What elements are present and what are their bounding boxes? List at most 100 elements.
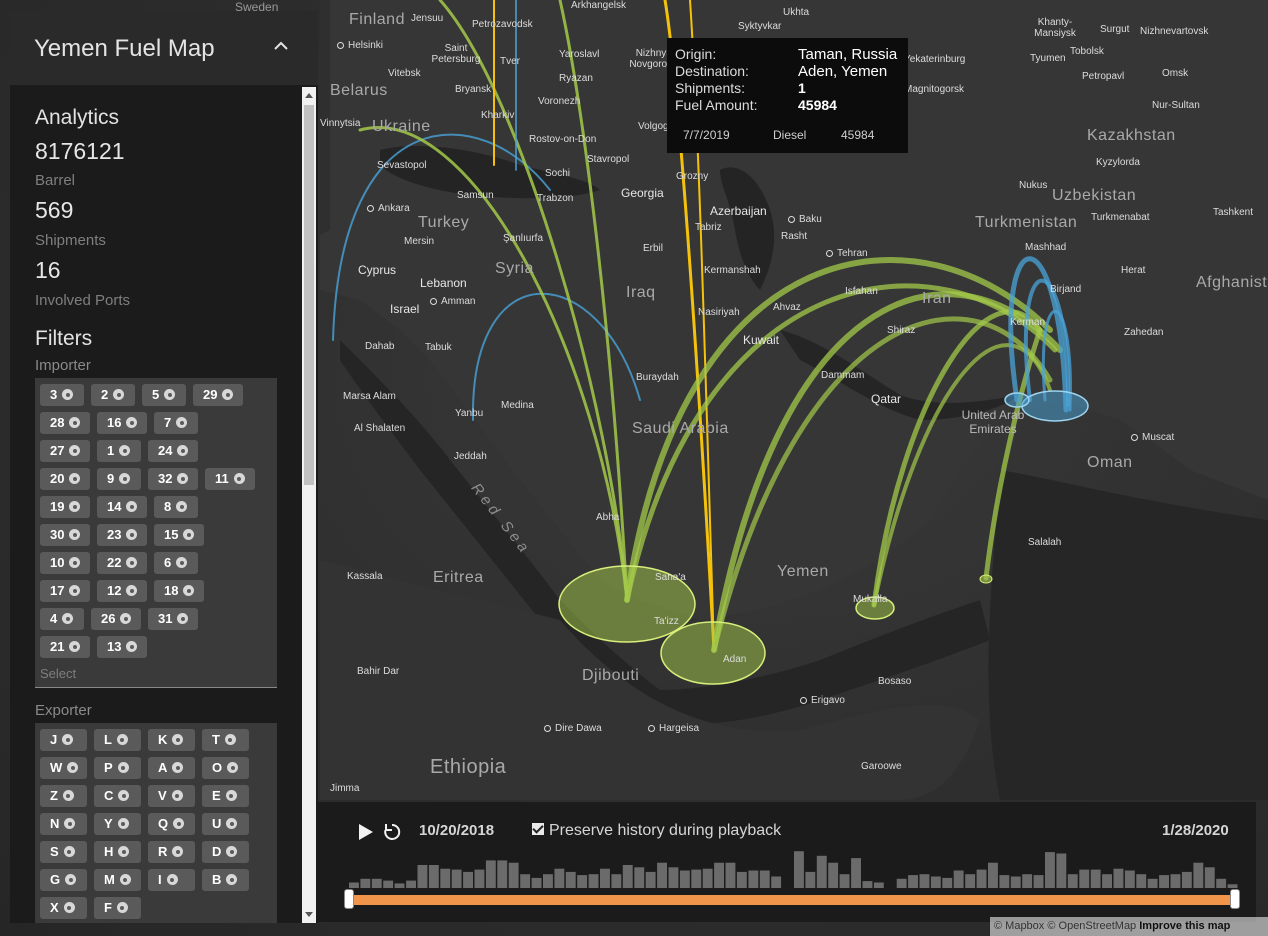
remove-chip-icon[interactable]: [113, 389, 125, 400]
remove-chip-icon[interactable]: [177, 445, 189, 456]
filter-chip[interactable]: E: [202, 785, 249, 807]
remove-chip-icon[interactable]: [63, 846, 75, 857]
filter-chip[interactable]: 19: [40, 496, 90, 518]
filter-chip[interactable]: 2: [91, 384, 135, 406]
sidebar-scrollbar[interactable]: [302, 87, 316, 923]
remove-chip-icon[interactable]: [69, 473, 81, 484]
reset-icon[interactable]: [382, 822, 402, 842]
preserve-history-checkbox[interactable]: Preserve history during playback: [532, 822, 781, 840]
filter-chip[interactable]: 26: [91, 608, 141, 630]
filter-chip[interactable]: 7: [154, 412, 198, 434]
remove-chip-icon[interactable]: [69, 417, 81, 428]
sidebar-body[interactable]: Analytics 8176121 Barrel 569 Shipments 1…: [10, 87, 302, 923]
scroll-up-arrow-icon[interactable]: [305, 93, 313, 98]
filter-chip[interactable]: 12: [97, 580, 147, 602]
remove-chip-icon[interactable]: [119, 473, 131, 484]
remove-chip-icon[interactable]: [65, 874, 77, 885]
remove-chip-icon[interactable]: [183, 585, 195, 596]
timeline-range-track[interactable]: [348, 895, 1236, 905]
filter-chip[interactable]: 10: [40, 552, 90, 574]
filter-chip[interactable]: 27: [40, 440, 90, 462]
exporter-select[interactable]: J L K T W P A O Z C V E N Y Q U S H R D G M I B X F: [35, 723, 277, 923]
play-icon[interactable]: [358, 823, 374, 841]
filter-chip[interactable]: S: [40, 841, 87, 863]
filter-chip[interactable]: 30: [40, 524, 90, 546]
filter-chip[interactable]: 18: [154, 580, 204, 602]
filter-chip[interactable]: X: [40, 897, 87, 919]
remove-chip-icon[interactable]: [62, 389, 74, 400]
filter-chip[interactable]: R: [148, 841, 195, 863]
remove-chip-icon[interactable]: [226, 846, 238, 857]
remove-chip-icon[interactable]: [69, 501, 81, 512]
filter-chip[interactable]: 13: [97, 636, 147, 658]
remove-chip-icon[interactable]: [118, 790, 130, 801]
filter-chip[interactable]: B: [202, 869, 249, 891]
remove-chip-icon[interactable]: [177, 473, 189, 484]
remove-chip-icon[interactable]: [233, 473, 245, 484]
filter-chip[interactable]: I: [148, 869, 195, 891]
filter-chip[interactable]: G: [40, 869, 87, 891]
remove-chip-icon[interactable]: [225, 790, 237, 801]
remove-chip-icon[interactable]: [172, 734, 184, 745]
filter-chip[interactable]: 3: [40, 384, 84, 406]
remove-chip-icon[interactable]: [164, 389, 176, 400]
filter-chip[interactable]: V: [148, 785, 195, 807]
remove-chip-icon[interactable]: [126, 641, 138, 652]
timeline-start-handle[interactable]: [344, 889, 354, 909]
remove-chip-icon[interactable]: [62, 790, 74, 801]
filter-chip[interactable]: P: [94, 757, 141, 779]
scrollbar-thumb[interactable]: [304, 105, 314, 485]
filter-chip[interactable]: 20: [40, 468, 90, 490]
remove-chip-icon[interactable]: [226, 874, 238, 885]
remove-chip-icon[interactable]: [69, 557, 81, 568]
remove-chip-icon[interactable]: [62, 734, 74, 745]
remove-chip-icon[interactable]: [118, 846, 130, 857]
filter-chip[interactable]: 15: [154, 524, 204, 546]
filter-chip[interactable]: C: [94, 785, 141, 807]
filter-chip[interactable]: 5: [142, 384, 186, 406]
filter-chip[interactable]: 32: [148, 468, 198, 490]
filter-chip[interactable]: 31: [148, 608, 198, 630]
remove-chip-icon[interactable]: [117, 818, 129, 829]
filter-chip[interactable]: Z: [40, 785, 87, 807]
filter-chip[interactable]: J: [40, 729, 87, 751]
filter-chip[interactable]: 24: [148, 440, 198, 462]
filter-chip[interactable]: 17: [40, 580, 90, 602]
filter-chip[interactable]: 1: [97, 440, 141, 462]
remove-chip-icon[interactable]: [119, 874, 131, 885]
filter-chip[interactable]: H: [94, 841, 141, 863]
remove-chip-icon[interactable]: [119, 445, 131, 456]
remove-chip-icon[interactable]: [227, 762, 239, 773]
remove-chip-icon[interactable]: [176, 501, 188, 512]
filter-chip[interactable]: U: [202, 813, 249, 835]
filter-chip[interactable]: 4: [40, 608, 84, 630]
remove-chip-icon[interactable]: [69, 529, 81, 540]
remove-chip-icon[interactable]: [120, 613, 132, 624]
remove-chip-icon[interactable]: [176, 417, 188, 428]
remove-chip-icon[interactable]: [126, 529, 138, 540]
remove-chip-icon[interactable]: [63, 902, 75, 913]
filter-chip[interactable]: 23: [97, 524, 147, 546]
filter-chip[interactable]: A: [148, 757, 195, 779]
remove-chip-icon[interactable]: [126, 417, 138, 428]
remove-chip-icon[interactable]: [126, 557, 138, 568]
filter-chip[interactable]: 9: [97, 468, 141, 490]
remove-chip-icon[interactable]: [172, 846, 184, 857]
remove-chip-icon[interactable]: [67, 762, 79, 773]
filter-chip[interactable]: W: [40, 757, 87, 779]
filter-chip[interactable]: Y: [94, 813, 141, 835]
filter-chip[interactable]: 22: [97, 552, 147, 574]
remove-chip-icon[interactable]: [224, 734, 236, 745]
filter-chip[interactable]: M: [94, 869, 141, 891]
remove-chip-icon[interactable]: [116, 734, 128, 745]
filter-chip[interactable]: 11: [205, 468, 255, 490]
remove-chip-icon[interactable]: [183, 529, 195, 540]
remove-chip-icon[interactable]: [177, 613, 189, 624]
remove-chip-icon[interactable]: [64, 818, 76, 829]
filter-chip[interactable]: 16: [97, 412, 147, 434]
remove-chip-icon[interactable]: [69, 445, 81, 456]
filter-chip[interactable]: F: [94, 897, 141, 919]
remove-chip-icon[interactable]: [176, 557, 188, 568]
remove-chip-icon[interactable]: [126, 501, 138, 512]
filter-chip[interactable]: 28: [40, 412, 90, 434]
